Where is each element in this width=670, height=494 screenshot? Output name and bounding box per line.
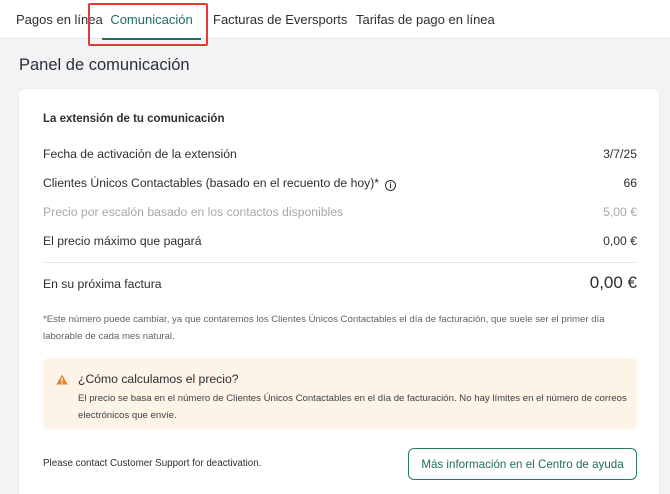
row-value: 5,00 €	[603, 205, 637, 219]
tab-label: Tarifas de pago en línea	[356, 12, 495, 27]
alert-title: ¿Cómo calculamos el precio?	[78, 372, 239, 386]
communication-card: La extensión de tu comunicación Fecha de…	[19, 89, 659, 494]
row-value: 3/7/25	[603, 147, 637, 161]
alert-text: El precio se basa en el número de Client…	[78, 393, 627, 421]
row-activation-date: Fecha de activación de la extensión 3/7/…	[43, 144, 637, 164]
tab-label: Pagos en línea	[16, 12, 103, 27]
tab-pagos-en-linea[interactable]: Pagos en línea	[16, 0, 103, 39]
row-label: Clientes Únicos Contactables (basado en …	[43, 176, 380, 190]
price-info-alert: ¿Cómo calculamos el precio? El precio se…	[43, 358, 637, 429]
row-max-price: El precio máximo que pagará 0,00 €	[43, 231, 637, 251]
tab-label: Facturas de Eversports	[213, 12, 348, 27]
tab-comunicacion[interactable]: Comunicación	[102, 0, 201, 40]
contact-support-text: Please contact Customer Support for deac…	[43, 458, 262, 469]
row-value: 66	[623, 176, 637, 190]
tab-label: Comunicación	[110, 12, 193, 27]
tab-tarifas-de-pago[interactable]: Tarifas de pago en línea	[356, 0, 495, 39]
help-center-button[interactable]: Más información en el Centro de ayuda	[408, 448, 637, 480]
row-label: Precio por escalón basado en los contact…	[43, 205, 344, 219]
footnote: *Este número puede cambiar, ya que conta…	[43, 314, 605, 342]
info-icon[interactable]: i	[385, 180, 397, 191]
next-invoice-value: 0,00 €	[589, 273, 637, 292]
row-unique-contacts: Clientes Únicos Contactables (basado en …	[43, 173, 637, 193]
next-invoice-row: En su próxima factura 0,00 €	[43, 273, 637, 297]
row-label-wrap: Clientes Únicos Contactables (basado en …	[43, 173, 397, 193]
row-label: El precio máximo que pagará	[43, 234, 202, 248]
row-label: Fecha de activación de la extensión	[43, 147, 237, 161]
section-title: La extensión de tu comunicación	[43, 113, 225, 125]
row-value: 0,00 €	[603, 234, 637, 248]
next-invoice-label: En su próxima factura	[43, 277, 162, 291]
active-tab-indicator	[102, 38, 201, 40]
tab-bar: Pagos en línea Comunicación Facturas de …	[0, 0, 670, 40]
row-tier-price: Precio por escalón basado en los contact…	[43, 202, 637, 222]
tab-facturas-de-eversports[interactable]: Facturas de Eversports	[213, 0, 347, 39]
warning-icon	[56, 374, 68, 385]
page-title: Panel de comunicación	[19, 56, 190, 74]
divider	[43, 262, 637, 263]
